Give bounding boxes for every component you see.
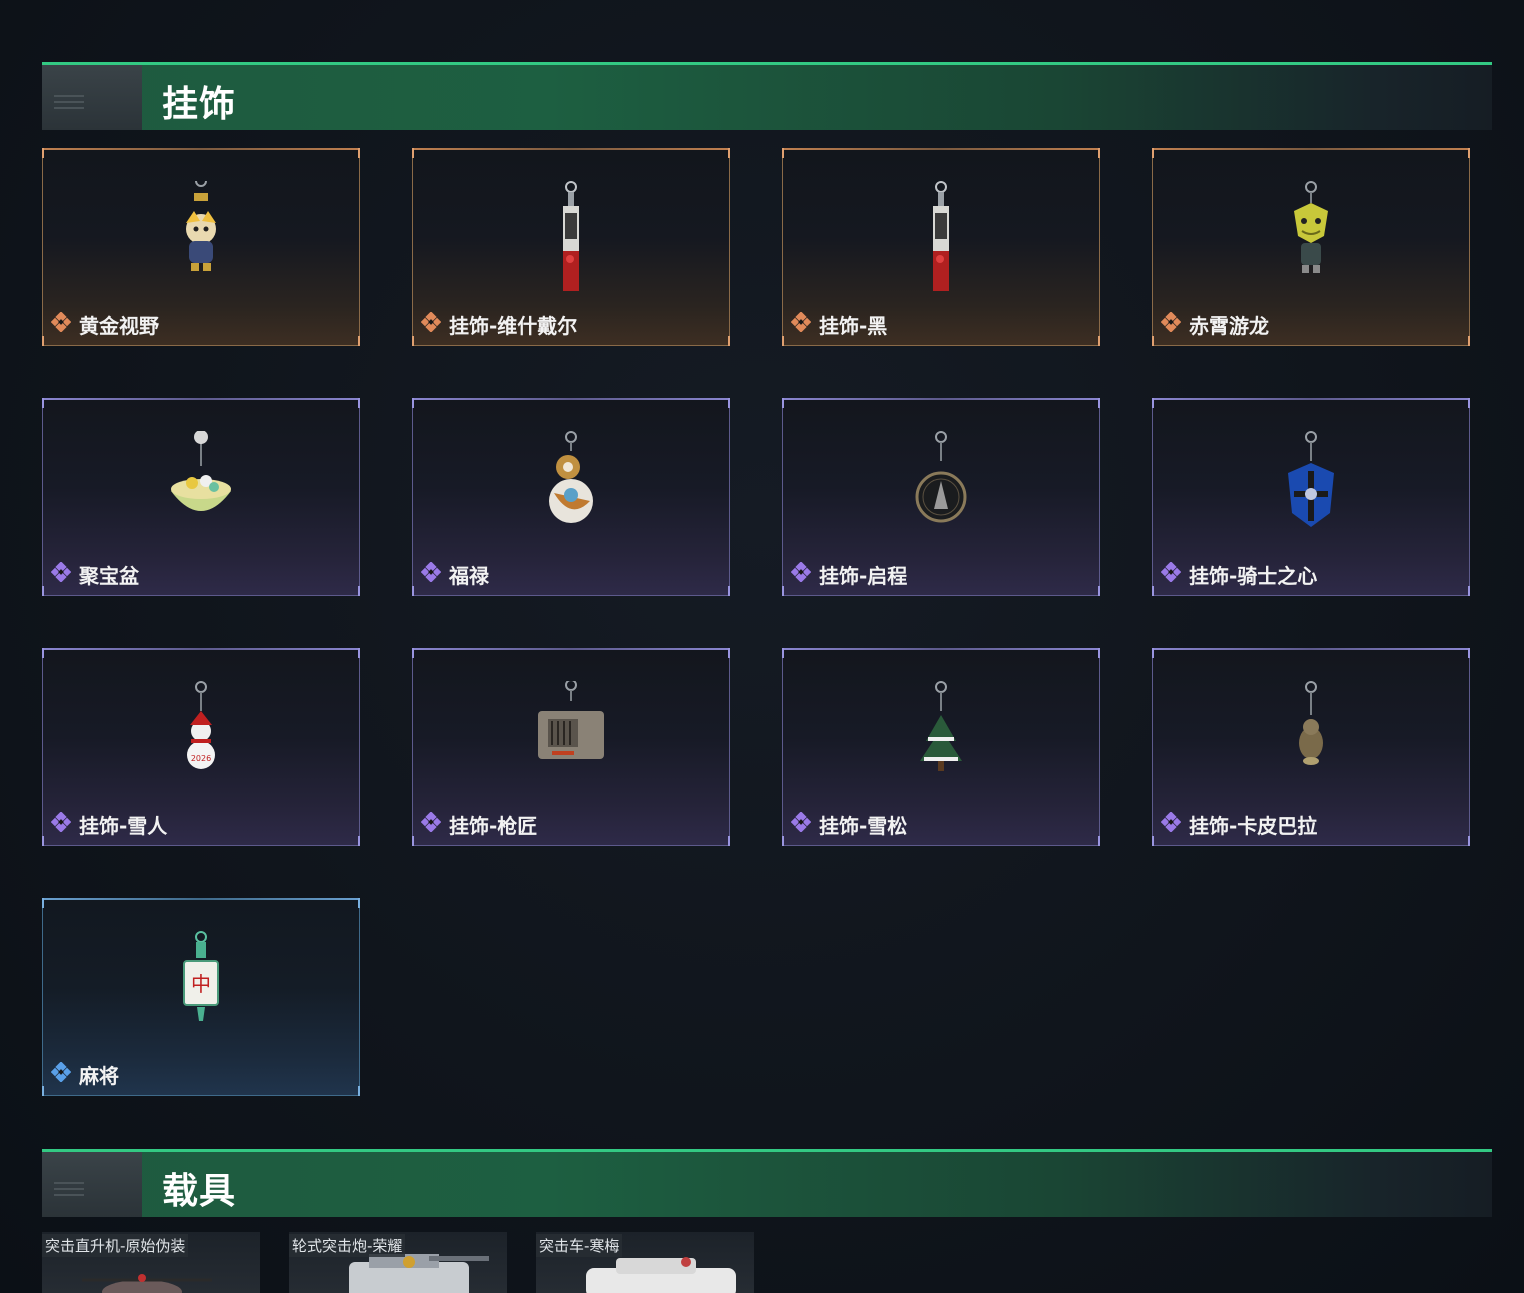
pendant-card[interactable]: 2026 挂饰-雪人	[42, 648, 360, 846]
section-header-pendants: 挂饰	[42, 62, 1492, 130]
card-footer: 挂饰-枪匠	[420, 811, 538, 838]
pendant-card[interactable]: 挂饰-启程	[782, 398, 1100, 596]
item-name: 福禄	[449, 563, 489, 588]
pendant-card[interactable]: 挂饰-维什戴尔	[412, 148, 730, 346]
item-name: 挂饰-骑士之心	[1189, 563, 1318, 588]
vehicle-name: 突击车-寒梅	[536, 1234, 623, 1257]
item-name: 赤霄游龙	[1189, 313, 1269, 338]
section-header-vehicles: 载具	[42, 1149, 1492, 1217]
card-footer: 挂饰-卡皮巴拉	[1160, 811, 1318, 838]
pendant-pine-tree-icon	[920, 681, 962, 771]
item-name: 黄金视野	[79, 313, 159, 338]
vehicle-thumbnail[interactable]: 突击车-寒梅	[536, 1232, 754, 1293]
card-footer: 挂饰-雪松	[790, 811, 908, 838]
item-name: 挂饰-雪松	[819, 813, 908, 838]
card-footer: 挂饰-黑	[790, 311, 888, 338]
pendant-red-tag-icon	[933, 181, 949, 291]
pendant-card[interactable]: 挂饰-雪松	[782, 648, 1100, 846]
item-name: 挂饰-启程	[819, 563, 908, 588]
card-footer: 挂饰-雪人	[50, 811, 168, 838]
rarity-purple-icon	[790, 561, 819, 586]
pendant-mahjong-tile-icon: 中	[183, 931, 219, 1021]
pendant-card[interactable]: 福禄	[412, 398, 730, 596]
section-title: 载具	[162, 1171, 237, 1212]
pendant-dragon-icon	[1294, 181, 1328, 273]
rarity-purple-icon	[420, 811, 449, 836]
vehicle-thumbnail[interactable]: 轮式突击炮-荣耀	[289, 1232, 507, 1293]
rarity-purple-icon	[1160, 811, 1189, 836]
vehicle-name: 突击直升机-原始伪装	[42, 1234, 189, 1257]
pendant-card[interactable]: 挂饰-黑	[782, 148, 1100, 346]
card-footer: 挂饰-维什戴尔	[420, 311, 578, 338]
pendant-card[interactable]: 聚宝盆	[42, 398, 360, 596]
rarity-purple-icon	[1160, 561, 1189, 586]
item-name: 挂饰-枪匠	[449, 813, 538, 838]
pendant-card[interactable]: 挂饰-枪匠	[412, 648, 730, 846]
card-footer: 赤霄游龙	[1160, 311, 1269, 338]
pendant-blue-shield-icon	[1288, 431, 1334, 527]
pendant-gourd-icon	[549, 431, 593, 523]
vehicle-thumbnail[interactable]: 突击直升机-原始伪装	[42, 1232, 260, 1293]
pendant-card[interactable]: 挂饰-骑士之心	[1152, 398, 1470, 596]
item-name: 挂饰-黑	[819, 313, 888, 338]
rarity-gold-icon	[790, 311, 819, 336]
pendant-card[interactable]: 赤霄游龙	[1152, 148, 1470, 346]
rarity-purple-icon	[50, 811, 79, 836]
item-name: 聚宝盆	[79, 563, 139, 588]
pendant-capybara-icon	[1299, 681, 1323, 765]
rarity-purple-icon	[50, 561, 79, 586]
pendant-card[interactable]: 中 麻将	[42, 898, 360, 1096]
vehicle-name: 轮式突击炮-荣耀	[289, 1234, 406, 1257]
svg-text:中: 中	[191, 972, 211, 996]
svg-text:2026: 2026	[191, 754, 211, 763]
pendant-crate-icon	[538, 681, 604, 759]
card-footer: 福禄	[420, 561, 489, 588]
item-name: 挂饰-雪人	[79, 813, 168, 838]
header-decor-block	[42, 1152, 142, 1217]
rarity-blue-icon	[50, 1061, 79, 1086]
card-footer: 挂饰-骑士之心	[1160, 561, 1318, 588]
rarity-purple-icon	[420, 561, 449, 586]
item-name: 麻将	[79, 1063, 119, 1088]
pendant-card[interactable]: 挂饰-卡皮巴拉	[1152, 648, 1470, 846]
pendant-golden-figure-icon	[186, 181, 216, 271]
card-footer: 挂饰-启程	[790, 561, 908, 588]
item-name: 挂饰-卡皮巴拉	[1189, 813, 1318, 838]
rarity-gold-icon	[1160, 311, 1189, 336]
pendant-card[interactable]: 黄金视野	[42, 148, 360, 346]
rarity-purple-icon	[790, 811, 819, 836]
rarity-gold-icon	[420, 311, 449, 336]
pendant-treasure-bowl-icon	[171, 431, 231, 511]
rarity-gold-icon	[50, 311, 79, 336]
pendant-snowman-icon: 2026	[187, 681, 215, 769]
section-title: 挂饰	[162, 84, 237, 125]
pendant-red-tag-icon	[563, 181, 579, 291]
card-footer: 黄金视野	[50, 311, 159, 338]
card-footer: 聚宝盆	[50, 561, 139, 588]
pendant-medal-icon	[915, 431, 967, 523]
card-footer: 麻将	[50, 1061, 119, 1088]
header-decor-block	[42, 65, 142, 130]
item-name: 挂饰-维什戴尔	[449, 313, 578, 338]
